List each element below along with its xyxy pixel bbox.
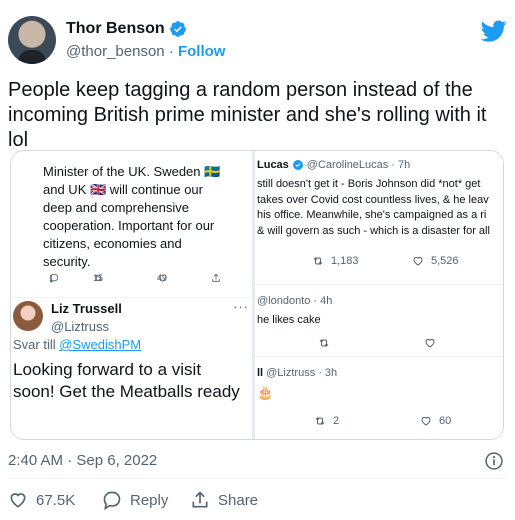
right-reply-3-handle: @Liztruss: [266, 367, 316, 379]
reply-avatar: [13, 301, 43, 331]
tweet-timestamp[interactable]: 2:40 AM · Sep 6, 2022: [8, 452, 157, 469]
prior-like-stat: 49: [157, 273, 168, 283]
retweet-icon: [313, 257, 323, 265]
share-button[interactable]: Share: [190, 490, 258, 510]
reply-author-handle: @Liztruss: [51, 319, 109, 334]
prior-tweet-actions: 1 15 49: [49, 273, 249, 287]
more-options-icon: ···: [233, 299, 249, 314]
heart-icon: [421, 416, 431, 426]
tweet-text: People keep tagging a random person inst…: [8, 79, 487, 151]
right-reply-1-header: Lucas @CarolineLucas · 7h: [257, 159, 410, 171]
right-reply-1-name: Lucas: [257, 159, 289, 171]
right-reply-block-2: @londonto · 4h he likes cake: [255, 285, 503, 357]
author-avatar[interactable]: [8, 16, 56, 64]
heart-icon: [425, 338, 435, 348]
tweet-header: Thor Benson @thor_benson · Follow: [8, 14, 507, 70]
reply-divider: [11, 297, 250, 298]
verified-badge-icon: [292, 160, 303, 170]
prior-reply-stat: 1: [49, 273, 59, 283]
reply-text: Looking forward to a visit soon! Get the…: [13, 360, 240, 401]
reply-author-name: Liz Trussell: [51, 301, 122, 316]
reply-prefix: Svar till: [13, 337, 56, 352]
right-reply-2-body: he likes cake: [257, 314, 321, 326]
media-left-screenshot: Minister of the UK. Sweden 🇸🇪 and UK 🇬🇧 …: [11, 151, 252, 439]
right-reply-3-time: · 3h: [318, 367, 338, 379]
right-reply-1-retweets: 1,183: [311, 255, 359, 267]
media-right-screenshot: Lucas @CarolineLucas · 7h still doesn't …: [255, 151, 503, 439]
right-reply-2-header: @londonto · 4h: [257, 295, 332, 307]
right-reply-1-handle: @CarolineLucas: [306, 159, 389, 171]
retweet-icon: [315, 417, 325, 425]
reply-button[interactable]: Reply: [102, 490, 168, 510]
reply-context: Svar till @SwedishPM: [13, 337, 141, 352]
right-reply-3-header: ll @Liztruss · 3h: [257, 367, 337, 379]
separator-dot: ·: [168, 43, 174, 60]
reply-label: Reply: [130, 491, 169, 509]
right-reply-3-name-fragment: ll: [257, 367, 264, 379]
author-handle[interactable]: @thor_benson: [66, 43, 165, 60]
retweet-icon: [319, 339, 329, 347]
like-count: 67.5K: [36, 491, 76, 509]
like-button[interactable]: 67.5K: [8, 490, 75, 510]
actions-divider: [8, 478, 507, 479]
right-reply-3-likes: 60: [419, 415, 451, 427]
right-reply-3-body: 🎂: [257, 385, 274, 400]
share-icon: [212, 273, 220, 282]
right-reply-block-3: ll @Liztruss · 3h 🎂 2 60: [255, 357, 503, 439]
right-reply-block-1: Lucas @CarolineLucas · 7h still doesn't …: [255, 151, 503, 285]
tweet-media[interactable]: Minister of the UK. Sweden 🇸🇪 and UK 🇬🇧 …: [10, 150, 504, 440]
info-icon[interactable]: [484, 451, 504, 471]
heart-icon: [10, 493, 26, 508]
right-reply-2-time: · 4h: [313, 295, 333, 307]
twitter-bird-icon[interactable]: [481, 18, 507, 44]
follow-button[interactable]: Follow: [178, 43, 226, 60]
share-label: Share: [218, 491, 259, 509]
right-reply-3-retweets: 2: [313, 415, 339, 427]
right-reply-1-time: · 7h: [391, 159, 411, 171]
reply-to-link: @SwedishPM: [59, 337, 142, 352]
author-handle-row: @thor_benson · Follow: [66, 43, 225, 60]
right-reply-1-body: still doesn't get it - Boris Johnson did…: [257, 178, 490, 237]
prior-share-stat: [211, 273, 221, 283]
prior-retweet-stat: 15: [93, 273, 104, 283]
share-icon: [192, 491, 208, 508]
heart-icon: [413, 256, 423, 266]
author-name[interactable]: Thor Benson: [66, 20, 165, 38]
right-reply-1-likes: 5,526: [411, 255, 459, 267]
right-reply-2-handle: @londonto: [257, 295, 311, 307]
verified-badge-icon: [169, 21, 186, 37]
author-name-row: Thor Benson: [66, 20, 187, 38]
prior-tweet-text: Minister of the UK. Sweden 🇸🇪 and UK 🇬🇧 …: [43, 164, 221, 269]
reply-icon: [103, 491, 121, 510]
